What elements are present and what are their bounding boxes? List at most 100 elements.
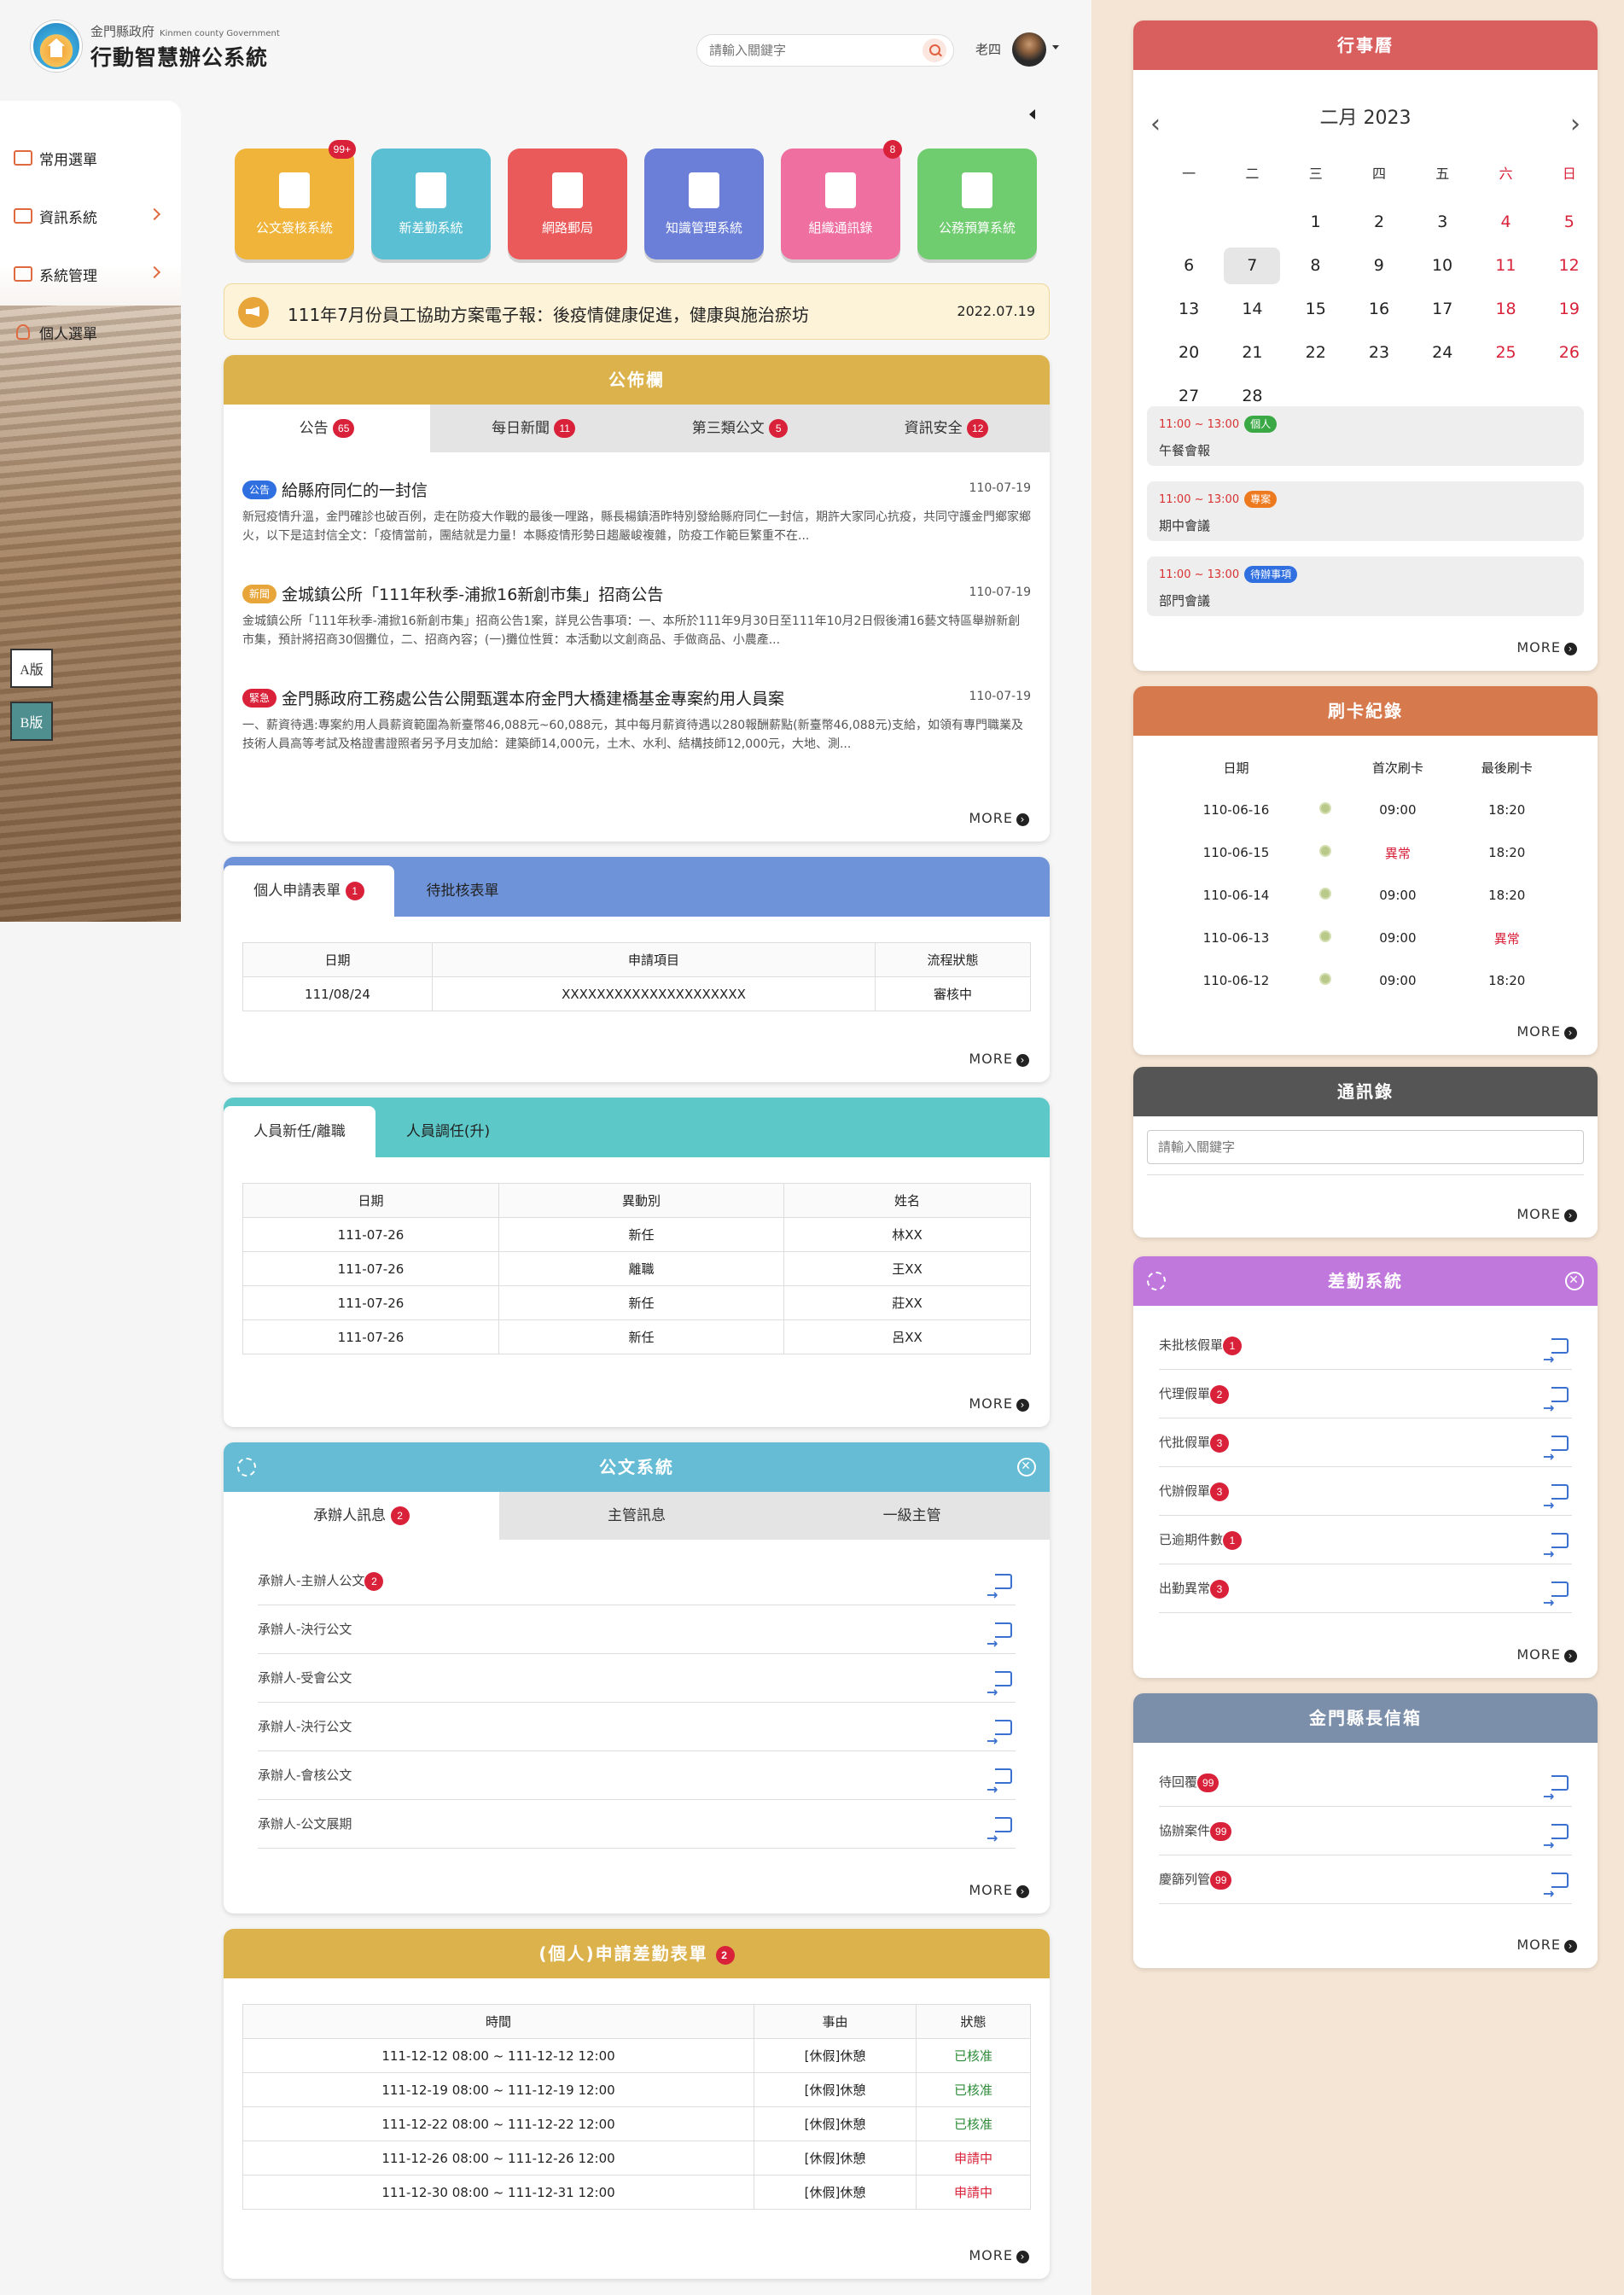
- calendar-day[interactable]: 26: [1538, 331, 1598, 375]
- calendar-day[interactable]: 10: [1411, 244, 1474, 288]
- calendar-day[interactable]: 7: [1224, 248, 1281, 284]
- bulletin-more-link[interactable]: MORE: [969, 810, 1029, 826]
- enter-icon[interactable]: [1543, 1869, 1569, 1918]
- tab-docs[interactable]: 一級主管: [774, 1492, 1050, 1540]
- tab-personal-forms[interactable]: 個人申請表單 1: [224, 865, 394, 917]
- list-item[interactable]: 承辦人-決行公文: [258, 1605, 1016, 1668]
- calendar-day[interactable]: 22: [1284, 331, 1348, 375]
- calendar-day[interactable]: 15: [1284, 288, 1348, 331]
- calendar-day[interactable]: 13: [1157, 288, 1220, 331]
- table-row[interactable]: 111/08/24 XXXXXXXXXXXXXXXXXXXXX 審核中: [242, 976, 1031, 1011]
- quick-launch-button[interactable]: 新差勤系統: [371, 149, 491, 259]
- version-a-button[interactable]: A版: [10, 649, 53, 688]
- chevron-down-icon[interactable]: [1052, 45, 1059, 50]
- table-row[interactable]: 111-07-26 離職 王XX: [242, 1251, 1031, 1286]
- calendar-day[interactable]: 24: [1411, 331, 1474, 375]
- table-row[interactable]: 111-07-26 新任 莊XX: [242, 1285, 1031, 1320]
- staff-more-link[interactable]: MORE: [969, 1395, 1029, 1412]
- enter-icon[interactable]: [987, 1765, 1012, 1814]
- refresh-icon[interactable]: [237, 1458, 256, 1477]
- enter-icon[interactable]: [1543, 1529, 1569, 1578]
- docs-more-link[interactable]: MORE: [969, 1882, 1029, 1898]
- table-row[interactable]: 111-12-26 08:00 ~ 111-12-26 12:00 [休假]休憩申…: [242, 2141, 1031, 2176]
- list-item[interactable]: 協辦案件 99: [1159, 1807, 1572, 1869]
- next-month-button[interactable]: ›: [1570, 109, 1580, 139]
- collapse-panel-icon[interactable]: [1029, 109, 1035, 119]
- tab-bulletin[interactable]: 公告 65: [224, 405, 430, 452]
- table-row[interactable]: 111-07-26 新任 呂XX: [242, 1319, 1031, 1354]
- enter-icon[interactable]: [1543, 1772, 1569, 1820]
- table-row[interactable]: 111-07-26 新任 林XX: [242, 1217, 1031, 1252]
- calendar-event[interactable]: 11:00 ~ 13:00 個人 午餐會報: [1147, 406, 1584, 466]
- quick-launch-button[interactable]: 知識管理系統: [644, 149, 764, 259]
- enter-icon[interactable]: [1543, 1481, 1569, 1529]
- quick-launch-button[interactable]: 公務預算系統: [917, 149, 1037, 259]
- list-item[interactable]: 未批核假單 1: [1159, 1321, 1572, 1383]
- calendar-day[interactable]: 11: [1474, 244, 1537, 288]
- calendar-event[interactable]: 11:00 ~ 13:00 待辦事項 部門會議: [1147, 556, 1584, 616]
- sidebar-item-personal[interactable]: 個人選單: [14, 319, 97, 345]
- quick-launch-button[interactable]: 組織通訊錄 8: [781, 140, 902, 259]
- enter-icon[interactable]: [1543, 1578, 1569, 1627]
- calendar-day[interactable]: 18: [1474, 288, 1537, 331]
- calendar-day[interactable]: 12: [1537, 244, 1598, 288]
- calendar-day[interactable]: 2: [1348, 201, 1411, 244]
- quick-launch-button[interactable]: 公文簽核系統 99+: [235, 140, 356, 259]
- list-item[interactable]: 出勤異常 3: [1159, 1564, 1572, 1627]
- contacts-search-input[interactable]: [1147, 1130, 1584, 1164]
- enter-icon[interactable]: [987, 1668, 1012, 1716]
- calendar-day[interactable]: 5: [1538, 201, 1598, 244]
- calendar-day[interactable]: 14: [1220, 288, 1283, 331]
- table-row[interactable]: 111-12-30 08:00 ~ 111-12-31 12:00 [休假]休憩申…: [242, 2175, 1031, 2210]
- tab-bulletin[interactable]: 第三類公文 5: [637, 405, 843, 452]
- calendar-day[interactable]: 4: [1474, 201, 1537, 244]
- refresh-icon[interactable]: [1147, 1272, 1166, 1290]
- leave-more-link[interactable]: MORE: [969, 2247, 1029, 2263]
- close-icon[interactable]: ✕: [1017, 1458, 1036, 1477]
- table-row[interactable]: 111-12-12 08:00 ~ 111-12-12 12:00 [休假]休憩已…: [242, 2038, 1031, 2073]
- list-item[interactable]: 待回覆 99: [1159, 1758, 1572, 1820]
- tab-staff-transfer[interactable]: 人員調任(升): [375, 1106, 521, 1157]
- table-row[interactable]: 111-12-22 08:00 ~ 111-12-22 12:00 [休假]休憩已…: [242, 2106, 1031, 2141]
- version-b-button[interactable]: B版: [10, 702, 53, 741]
- calendar-day[interactable]: 21: [1220, 331, 1283, 375]
- attendance-more-link[interactable]: MORE: [1516, 1646, 1577, 1663]
- calendar-day[interactable]: 17: [1411, 288, 1474, 331]
- list-item[interactable]: 承辦人-會核公文: [258, 1751, 1016, 1814]
- list-item[interactable]: 代辦假單 3: [1159, 1467, 1572, 1529]
- list-item[interactable]: 承辦人-受會公文: [258, 1654, 1016, 1716]
- calendar-day[interactable]: 1: [1284, 201, 1348, 244]
- calendar-day[interactable]: 6: [1157, 244, 1220, 288]
- calendar-day[interactable]: 19: [1538, 288, 1598, 331]
- enter-icon[interactable]: [987, 1570, 1012, 1619]
- news-item[interactable]: 緊急 金門縣政府工務處公告公開甄選本府金門大橋建橋基金專案約用人員案 110-07-…: [242, 686, 1031, 754]
- tab-docs[interactable]: 承辦人訊息 2: [224, 1492, 499, 1540]
- list-item[interactable]: 已逾期件數 1: [1159, 1516, 1572, 1578]
- calendar-more-link[interactable]: MORE: [1516, 639, 1577, 655]
- sidebar-item-common[interactable]: 常用選單: [14, 145, 97, 171]
- enter-icon[interactable]: [1543, 1383, 1569, 1432]
- list-item[interactable]: 承辦人-主辦人公文 2: [258, 1557, 1016, 1619]
- calendar-day[interactable]: 3: [1411, 201, 1474, 244]
- sidebar-item-system-admin[interactable]: 系統管理: [14, 261, 167, 287]
- enter-icon[interactable]: [987, 1716, 1012, 1765]
- tab-bulletin[interactable]: 每日新聞 11: [430, 405, 637, 452]
- news-item[interactable]: 公告 給縣府同仁的一封信 110-07-19 新冠疫情升溫，金門確診也破百例，走在防疫…: [242, 478, 1031, 545]
- mailbox-more-link[interactable]: MORE: [1516, 1937, 1577, 1953]
- sidebar-item-info-system[interactable]: 資訊系統: [14, 203, 167, 229]
- quick-launch-button[interactable]: 網路郵局: [508, 149, 627, 259]
- list-item[interactable]: 代理假單 2: [1159, 1370, 1572, 1432]
- tab-docs[interactable]: 主管訊息: [499, 1492, 775, 1540]
- list-item[interactable]: 代批假單 3: [1159, 1418, 1572, 1481]
- table-row[interactable]: 111-12-19 08:00 ~ 111-12-19 12:00 [休假]休憩已…: [242, 2072, 1031, 2107]
- calendar-day[interactable]: 16: [1348, 288, 1411, 331]
- enter-icon[interactable]: [1543, 1432, 1569, 1481]
- enter-icon[interactable]: [987, 1619, 1012, 1668]
- forms-more-link[interactable]: MORE: [969, 1051, 1029, 1067]
- list-item[interactable]: 慶篩列管 99: [1159, 1855, 1572, 1918]
- close-icon[interactable]: ✕: [1565, 1272, 1584, 1290]
- calendar-day[interactable]: 20: [1157, 331, 1220, 375]
- enter-icon[interactable]: [987, 1814, 1012, 1862]
- enter-icon[interactable]: [1543, 1820, 1569, 1869]
- tab-bulletin[interactable]: 資訊安全 12: [843, 405, 1050, 452]
